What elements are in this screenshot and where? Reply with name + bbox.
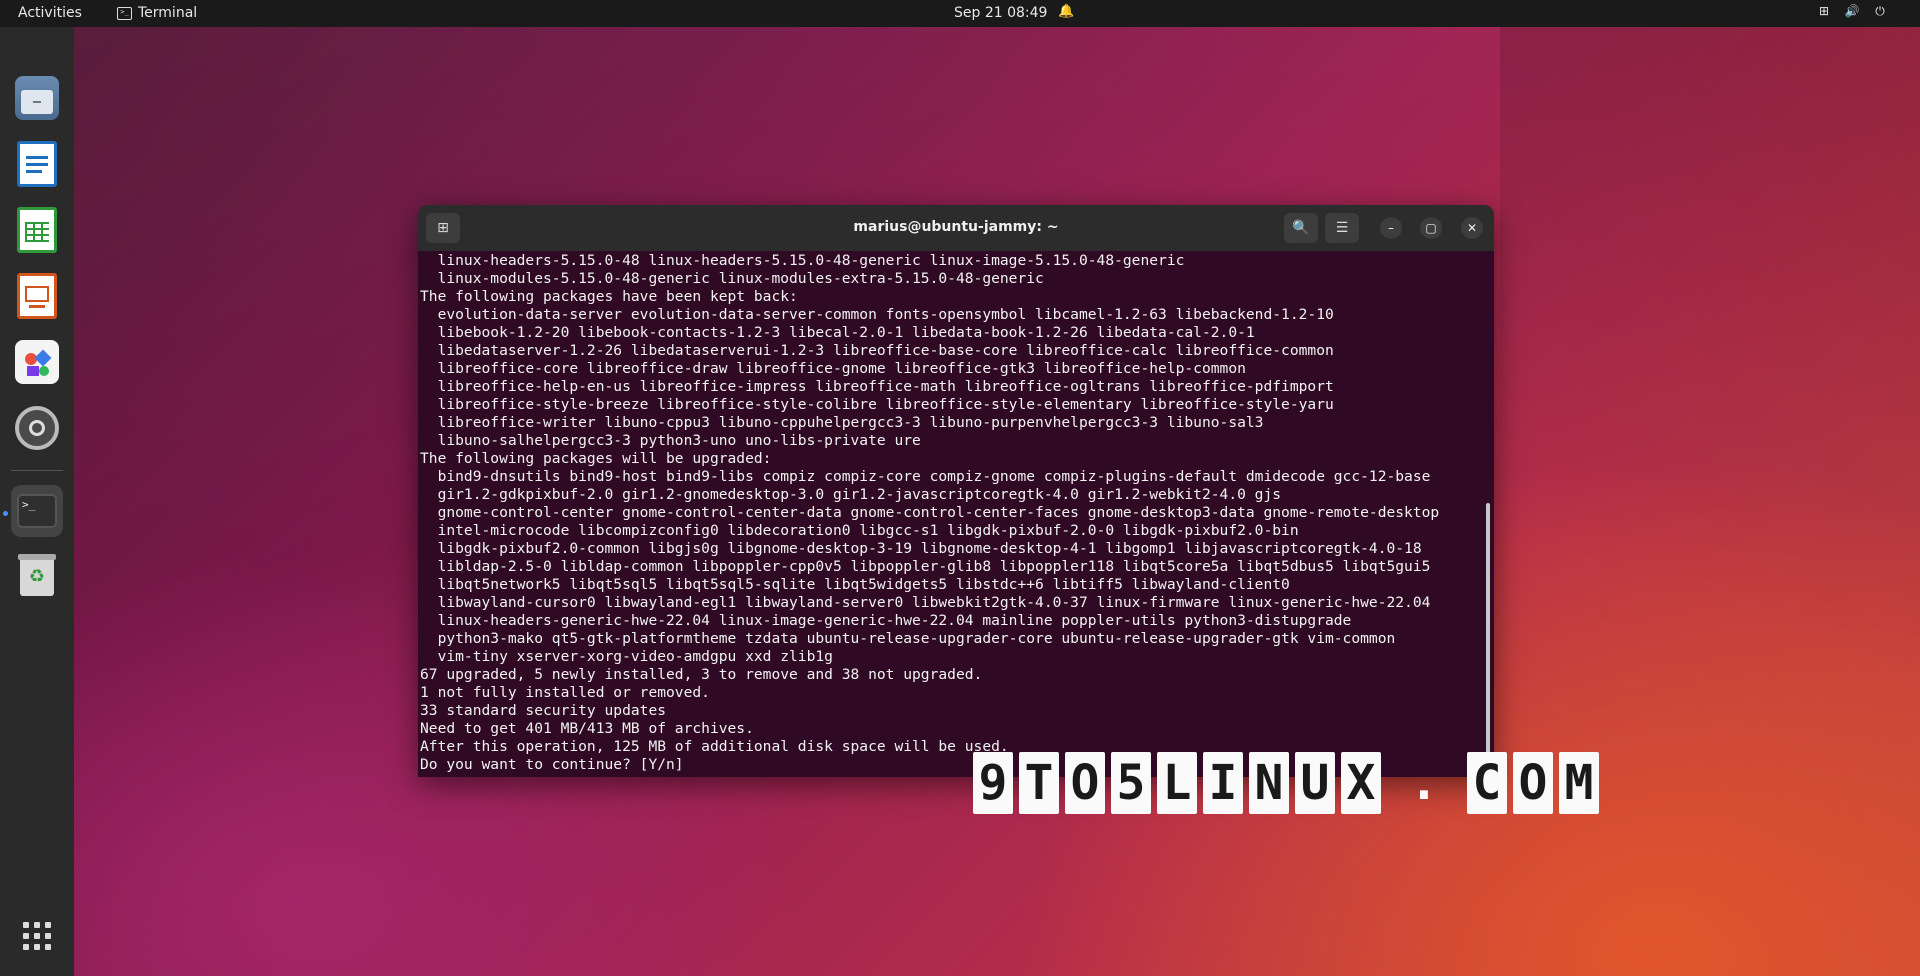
terminal-line: 67 upgraded, 5 newly installed, 3 to rem… bbox=[420, 666, 983, 683]
terminal-line: linux-headers-5.15.0-48 linux-headers-5.… bbox=[420, 252, 1185, 269]
search-icon: 🔍 bbox=[1292, 220, 1310, 236]
terminal-line: Need to get 401 MB/413 MB of archives. bbox=[420, 720, 754, 737]
terminal-line: libreoffice-writer libuno-cppu3 libuno-c… bbox=[420, 414, 1264, 431]
terminal-line: evolution-data-server evolution-data-ser… bbox=[420, 306, 1334, 323]
terminal-line: libebook-1.2-20 libebook-contacts-1.2-3 … bbox=[420, 324, 1255, 341]
terminal-line: The following packages have been kept ba… bbox=[420, 288, 798, 305]
watermark-char: U bbox=[1295, 752, 1335, 814]
terminal-line: libwayland-cursor0 libwayland-egl1 libwa… bbox=[420, 594, 1431, 611]
clock[interactable]: Sep 21 08:49 bbox=[954, 5, 1047, 21]
terminal-line: 33 standard security updates bbox=[420, 702, 667, 719]
terminal-output[interactable]: linux-headers-5.15.0-48 linux-headers-5.… bbox=[420, 252, 1480, 774]
terminal-line: gir1.2-gdkpixbuf-2.0 gir1.2-gnomedesktop… bbox=[420, 486, 1282, 503]
volume-icon: 🔊 bbox=[1844, 4, 1860, 18]
terminal-line: libreoffice-core libreoffice-draw libreo… bbox=[420, 360, 1246, 377]
watermark-char: . bbox=[1409, 755, 1439, 811]
dock-item-trash[interactable]: ♻ bbox=[11, 550, 63, 602]
dock-item-calc[interactable] bbox=[11, 204, 63, 256]
impress-icon bbox=[17, 273, 57, 319]
app-menu[interactable]: >_ Terminal bbox=[117, 5, 197, 21]
dock-item-files[interactable] bbox=[11, 72, 63, 124]
terminal-headerbar[interactable]: ⊞ marius@ubuntu-jammy: ~ 🔍 ☰ – ▢ ✕ bbox=[418, 205, 1494, 251]
trash-icon: ♻ bbox=[18, 554, 56, 596]
watermark-char: O bbox=[1065, 752, 1105, 814]
software-icon bbox=[15, 340, 59, 384]
power-icon: ⏻ bbox=[1875, 4, 1885, 18]
dock-item-settings[interactable] bbox=[11, 402, 63, 454]
scrollbar[interactable] bbox=[1486, 503, 1490, 775]
writer-icon bbox=[17, 141, 57, 187]
watermark-char bbox=[1445, 752, 1461, 814]
terminal-line: The following packages will be upgraded: bbox=[420, 450, 772, 467]
files-icon bbox=[15, 76, 59, 120]
terminal-line: libldap-2.5-0 libldap-common libpoppler-… bbox=[420, 558, 1431, 575]
watermark-char: 5 bbox=[1111, 752, 1151, 814]
terminal-line: gnome-control-center gnome-control-cente… bbox=[420, 504, 1440, 521]
terminal-line: linux-headers-generic-hwe-22.04 linux-im… bbox=[420, 612, 1352, 629]
dock: >_ ♻ bbox=[0, 27, 74, 976]
search-button[interactable]: 🔍 bbox=[1284, 213, 1318, 243]
calc-icon bbox=[17, 207, 57, 253]
dock-item-terminal[interactable]: >_ bbox=[11, 485, 63, 537]
show-apps-icon bbox=[23, 922, 51, 950]
close-button[interactable]: ✕ bbox=[1461, 217, 1483, 239]
watermark-char: L bbox=[1157, 752, 1197, 814]
watermark-char bbox=[1387, 752, 1403, 814]
terminal-line: libreoffice-help-en-us libreoffice-impre… bbox=[420, 378, 1334, 395]
watermark-logo: 9TO5LINUX.COM bbox=[973, 752, 1599, 814]
terminal-line: python3-mako qt5-gtk-platformtheme tzdat… bbox=[420, 630, 1396, 647]
terminal-line: vim-tiny xserver-xorg-video-amdgpu xxd z… bbox=[420, 648, 833, 665]
settings-icon bbox=[15, 406, 59, 450]
terminal-line: 1 not fully installed or removed. bbox=[420, 684, 710, 701]
running-indicator bbox=[3, 511, 8, 516]
network-icon: ⊞ bbox=[1818, 4, 1830, 18]
terminal-window[interactable]: ⊞ marius@ubuntu-jammy: ~ 🔍 ☰ – ▢ ✕ linux… bbox=[418, 205, 1494, 777]
terminal-icon: >_ bbox=[17, 494, 57, 528]
dock-item-impress[interactable] bbox=[11, 270, 63, 322]
dock-item-software[interactable] bbox=[11, 336, 63, 388]
terminal-app-icon: >_ bbox=[117, 6, 132, 20]
terminal-line: libreoffice-style-breeze libreoffice-sty… bbox=[420, 396, 1334, 413]
app-menu-label: Terminal bbox=[138, 5, 198, 21]
watermark-char: M bbox=[1559, 752, 1599, 814]
watermark-char: 9 bbox=[973, 752, 1013, 814]
system-tray[interactable]: ⊞ 🔊 ⏻ bbox=[1816, 3, 1888, 19]
terminal-line: libqt5network5 libqt5sql5 libqt5sql5-sql… bbox=[420, 576, 1290, 593]
watermark-char: C bbox=[1467, 752, 1507, 814]
menu-button[interactable]: ☰ bbox=[1325, 213, 1359, 243]
watermark-char: I bbox=[1203, 752, 1243, 814]
terminal-line: linux-modules-5.15.0-48-generic linux-mo… bbox=[420, 270, 1044, 287]
watermark-char: X bbox=[1341, 752, 1381, 814]
top-bar: Activities >_ Terminal Sep 21 08:49 🔔 ⊞ … bbox=[0, 0, 1920, 27]
terminal-line: libgdk-pixbuf2.0-common libgjs0g libgnom… bbox=[420, 540, 1422, 557]
minimize-button[interactable]: – bbox=[1380, 217, 1402, 239]
watermark-char: T bbox=[1019, 752, 1059, 814]
terminal-line: bind9-dnsutils bind9-host bind9-libs com… bbox=[420, 468, 1431, 485]
dock-item-writer[interactable] bbox=[11, 138, 63, 190]
bell-icon[interactable]: 🔔 bbox=[1058, 4, 1074, 19]
terminal-line: libuno-salhelpergcc3-3 python3-uno uno-l… bbox=[420, 432, 921, 449]
dock-separator bbox=[11, 470, 63, 471]
watermark-char: O bbox=[1513, 752, 1553, 814]
show-apps-button[interactable] bbox=[11, 910, 63, 962]
hamburger-icon: ☰ bbox=[1335, 220, 1349, 236]
watermark-char: N bbox=[1249, 752, 1289, 814]
maximize-button[interactable]: ▢ bbox=[1420, 217, 1442, 239]
activities-button[interactable]: Activities bbox=[18, 5, 82, 21]
wallpaper-shadow bbox=[1500, 27, 1920, 976]
terminal-line: intel-microcode libcompizconfig0 libdeco… bbox=[420, 522, 1299, 539]
terminal-line: libedataserver-1.2-26 libedataserverui-1… bbox=[420, 342, 1334, 359]
